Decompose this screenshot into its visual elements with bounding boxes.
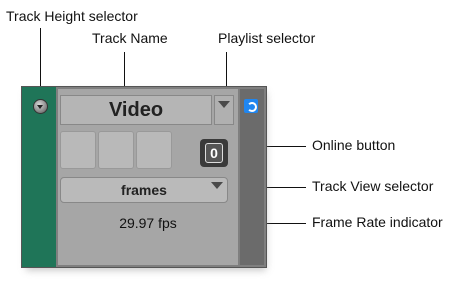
track-height-selector-icon[interactable]	[33, 99, 48, 114]
online-button[interactable]: 0	[200, 139, 228, 167]
track-color-strip	[22, 87, 56, 267]
callout-online-button: Online button	[312, 137, 396, 153]
track-view-label: frames	[121, 182, 167, 198]
track-empty-slot-1	[60, 131, 96, 169]
track-right-strip	[240, 89, 264, 265]
track-name-field[interactable]: Video	[60, 95, 212, 125]
track-controls: Video 0 frames 29.97 fps	[58, 89, 238, 265]
callout-track-view-selector: Track View selector	[312, 178, 434, 194]
callout-track-height-selector: Track Height selector	[6, 8, 138, 24]
callout-frame-rate-indicator: Frame Rate indicator	[312, 214, 443, 230]
video-track-panel: Video 0 frames 29.97 fps	[21, 86, 267, 268]
refresh-icon[interactable]	[244, 99, 258, 113]
frame-rate-indicator: 29.97 fps	[119, 215, 177, 231]
playlist-selector-button[interactable]	[214, 95, 234, 125]
track-view-selector[interactable]: frames	[60, 177, 228, 203]
track-empty-slot-2	[98, 131, 134, 169]
track-empty-slot-3	[136, 131, 172, 169]
online-button-label: 0	[205, 143, 223, 163]
triangle-down-icon	[211, 182, 223, 189]
callout-playlist-selector: Playlist selector	[218, 30, 316, 46]
callout-track-name: Track Name	[92, 30, 168, 46]
